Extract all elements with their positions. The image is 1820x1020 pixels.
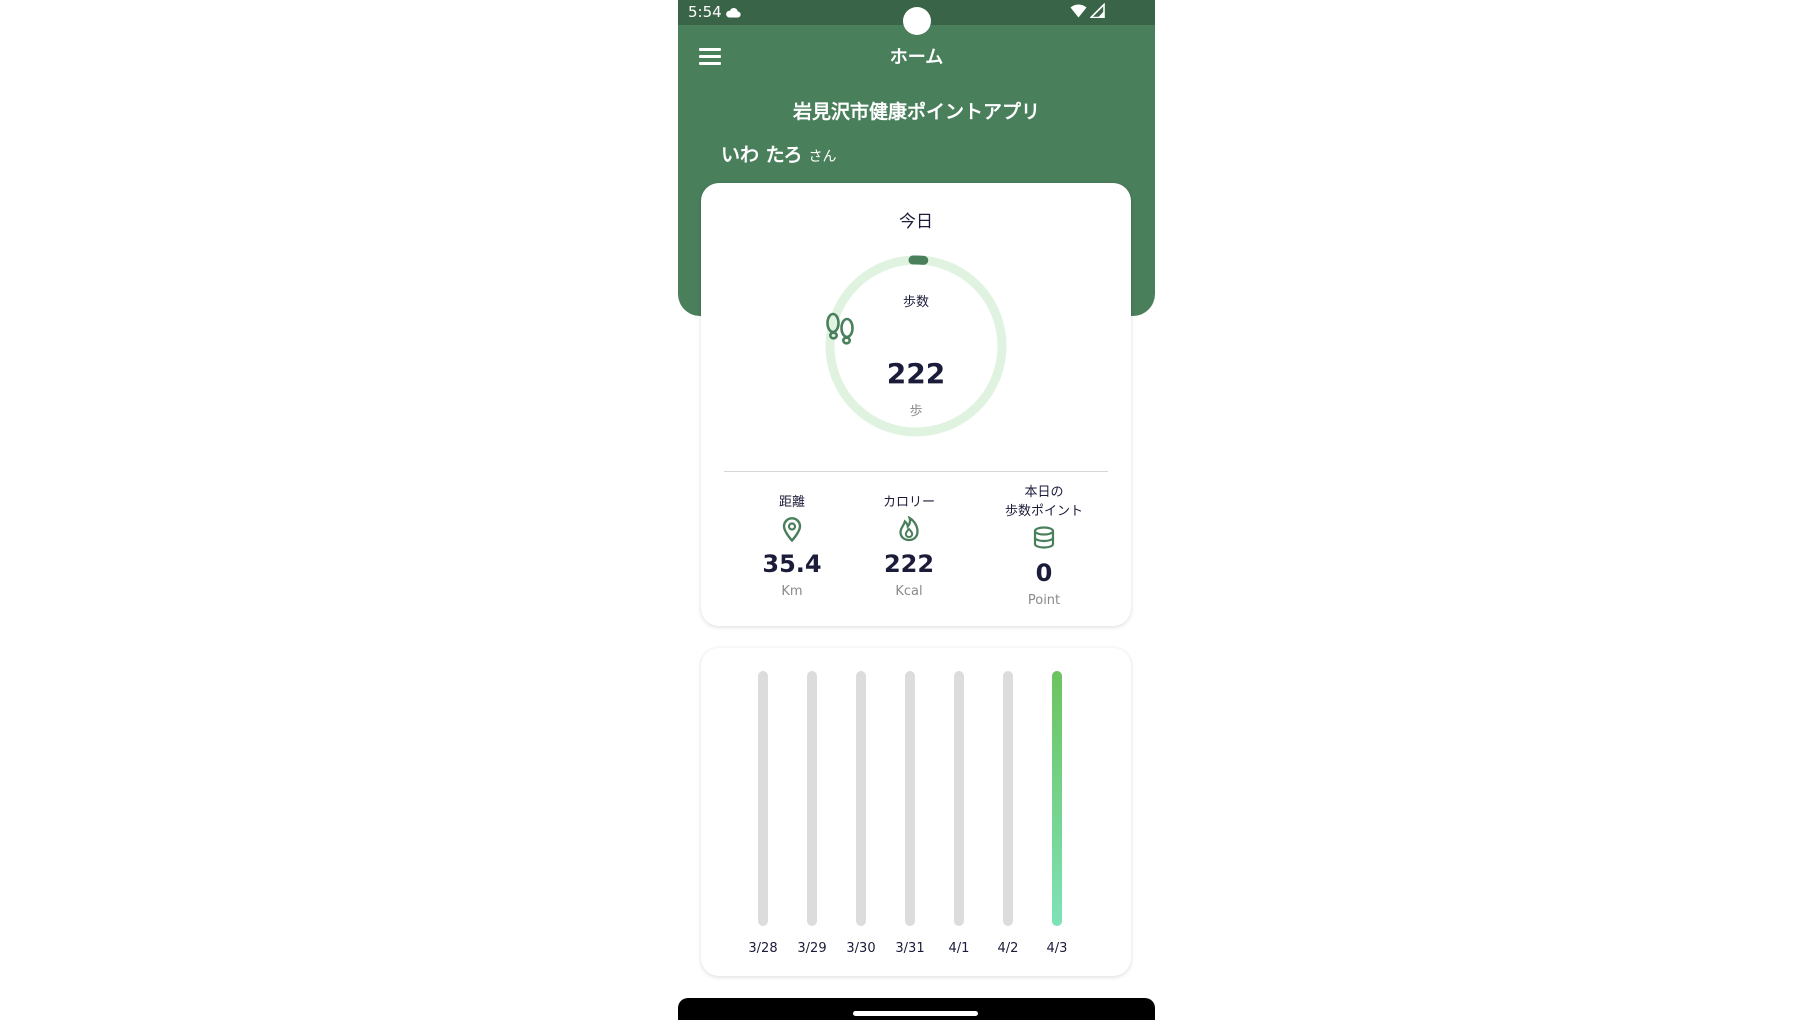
stat-label: 本日の 歩数ポイント bbox=[1004, 485, 1083, 519]
phone-screen: 5:54 ホーム 岩見沢市健康ポイントアプリ いわ たろ さん 今日 歩数 22… bbox=[678, 0, 1155, 1020]
steps-unit: 歩 bbox=[909, 404, 923, 419]
stat-distance: 距離 35.4 Km bbox=[727, 493, 857, 599]
steps-ring: 歩数 222 歩 bbox=[823, 253, 1009, 439]
stat-unit: Kcal bbox=[895, 584, 923, 599]
bar-track-3/29 bbox=[807, 671, 817, 926]
x-tick-label: 3/28 bbox=[748, 941, 777, 956]
stat-value: 35.4 bbox=[762, 550, 822, 578]
x-tick-label: 3/31 bbox=[895, 941, 924, 956]
home-indicator[interactable] bbox=[853, 1011, 978, 1016]
weekly-steps-chart: 3/28 3/29 3/30 3/31 4/1 4/2 4/3 bbox=[748, 671, 1068, 956]
bar-track-4/1 bbox=[954, 671, 964, 926]
user-greeting: いわ たろ さん bbox=[721, 140, 836, 167]
app-name: 岩見沢市健康ポイントアプリ bbox=[792, 101, 1040, 123]
steps-value: 222 bbox=[886, 357, 946, 390]
location-pin-icon bbox=[727, 516, 857, 544]
page-title: ホーム bbox=[889, 47, 944, 68]
stat-points: 本日の 歩数ポイント 0 Point bbox=[979, 483, 1109, 608]
user-honorific: さん bbox=[808, 149, 837, 165]
flame-icon bbox=[844, 515, 974, 544]
coin-stack-icon bbox=[979, 525, 1109, 553]
cloud-icon bbox=[725, 4, 741, 22]
stat-label: カロリー bbox=[882, 495, 935, 510]
x-tick-label: 4/2 bbox=[998, 941, 1019, 956]
today-label: 今日 bbox=[899, 212, 933, 232]
x-tick-label: 4/3 bbox=[1047, 941, 1068, 956]
bar-track-3/28 bbox=[758, 671, 768, 926]
user-name: いわ たろ bbox=[721, 144, 803, 166]
bar-track-4/2 bbox=[1003, 671, 1013, 926]
x-tick-label: 3/30 bbox=[846, 941, 875, 956]
divider bbox=[724, 471, 1108, 472]
stat-calories: カロリー 222 Kcal bbox=[844, 493, 974, 599]
bar-track-3/30 bbox=[856, 671, 866, 926]
navigation-bar bbox=[678, 998, 1155, 1020]
signal-icon bbox=[1089, 2, 1105, 22]
stat-unit: Km bbox=[781, 584, 803, 599]
x-tick-label: 3/29 bbox=[797, 941, 826, 956]
weekly-steps-chart-card: 3/28 3/29 3/30 3/31 4/1 4/2 4/3 bbox=[701, 648, 1131, 976]
status-time: 5:54 bbox=[688, 3, 722, 21]
stat-value: 222 bbox=[883, 550, 935, 578]
bar-4/3 bbox=[1052, 671, 1062, 926]
x-tick-label: 4/1 bbox=[949, 941, 970, 956]
app-bar: ホーム bbox=[678, 25, 1155, 87]
stat-label: 距離 bbox=[778, 495, 805, 510]
steps-label: 歩数 bbox=[902, 295, 929, 310]
today-card: 今日 歩数 222 歩 距離 35.4 Km カロリー 222 Kcal 本日の… bbox=[701, 183, 1131, 626]
stat-value: 0 bbox=[1035, 559, 1053, 587]
wifi-icon bbox=[1070, 3, 1087, 22]
stat-unit: Point bbox=[1027, 593, 1061, 608]
bar-track-3/31 bbox=[905, 671, 915, 926]
